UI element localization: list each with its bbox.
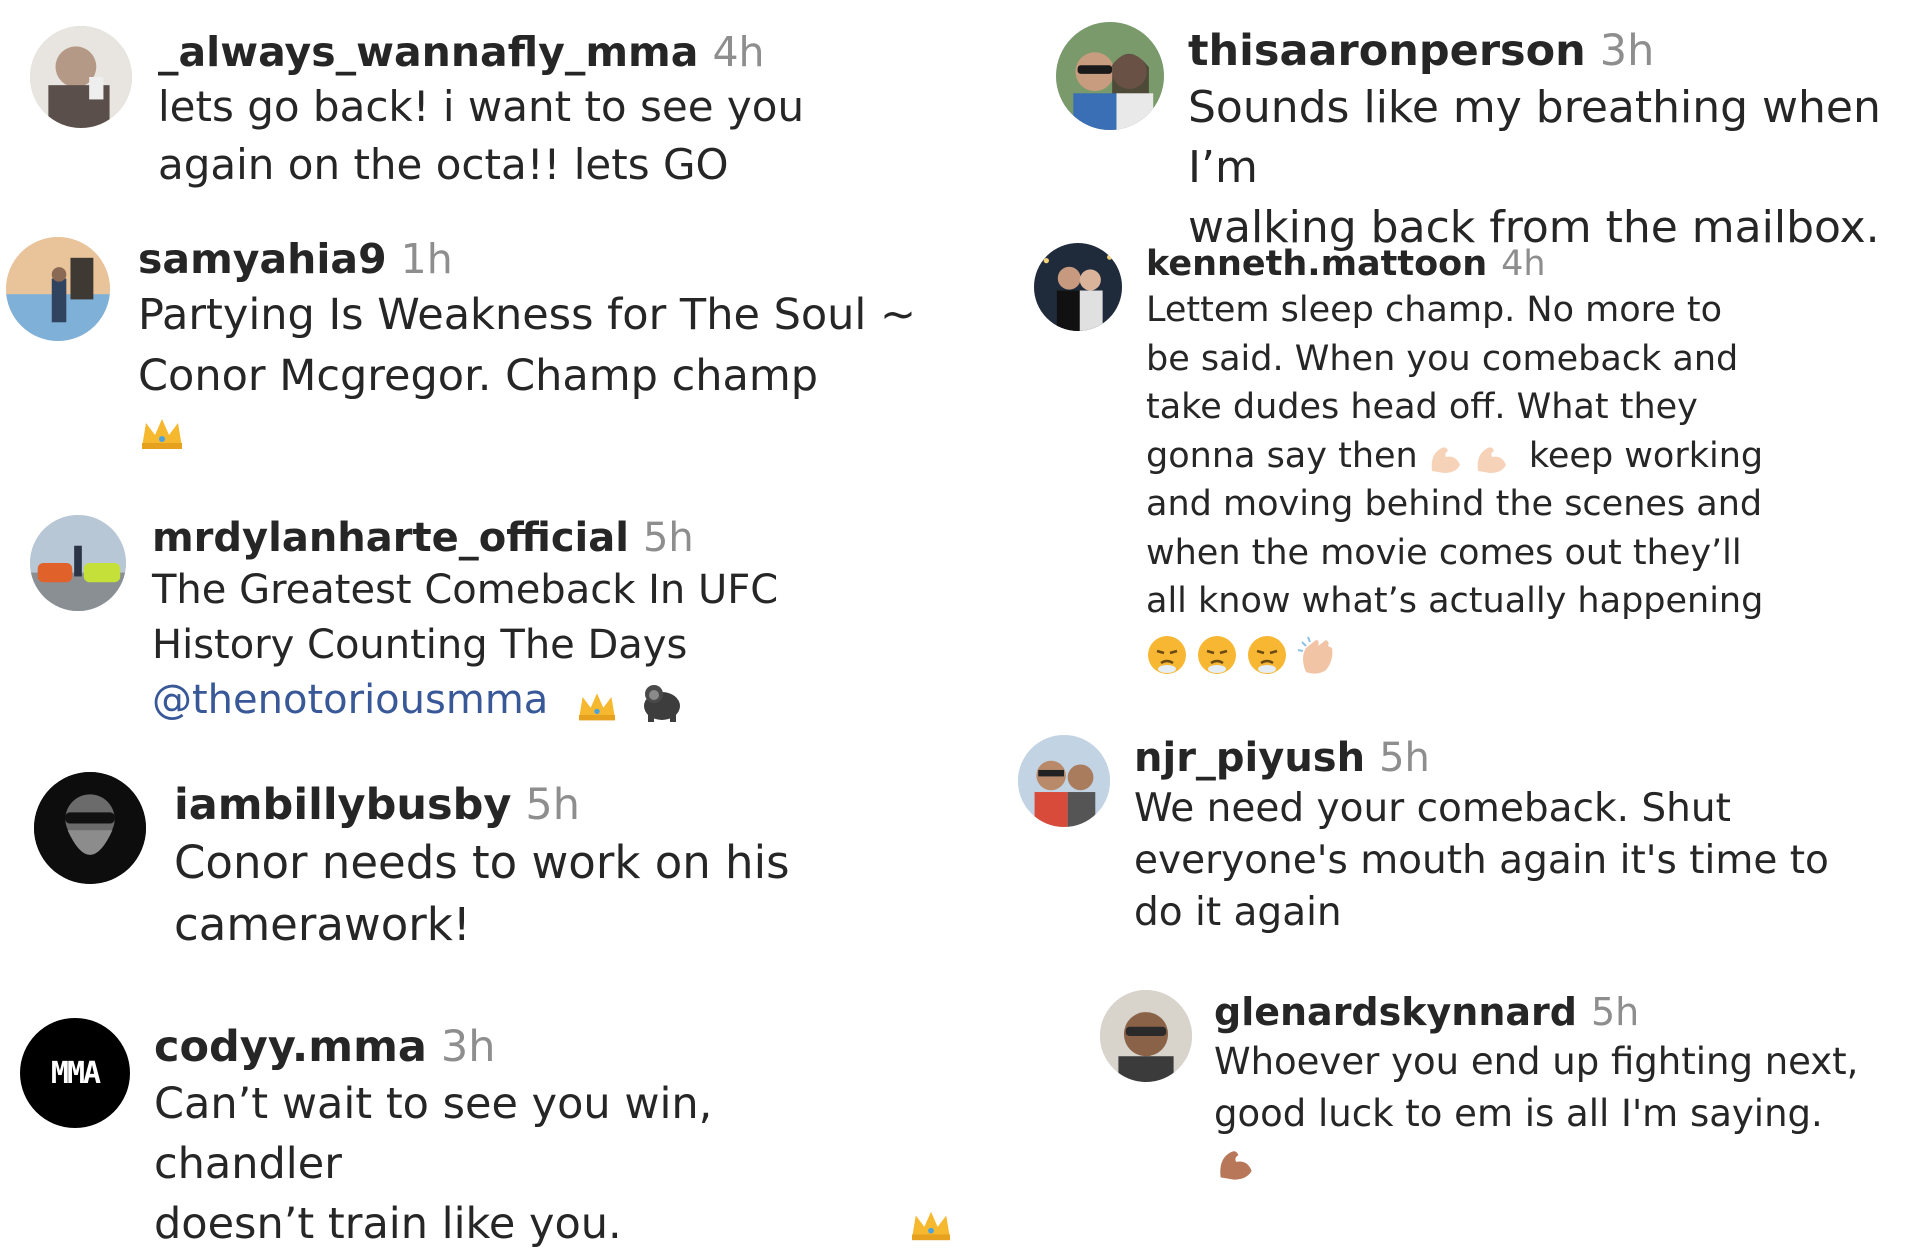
comment-timestamp[interactable]: 4h <box>1501 244 1545 284</box>
comment-item: thisaaronperson 3h Sounds like my breath… <box>1040 0 1920 253</box>
comment-username[interactable]: glenardskynnard <box>1214 990 1577 1034</box>
comment-text: We need your comeback. Shut everyone's m… <box>1134 786 1829 935</box>
avatar-image <box>30 515 126 611</box>
comment-username[interactable]: mrdylanharte_official <box>152 515 629 561</box>
avatar[interactable] <box>30 26 132 128</box>
avatar[interactable] <box>1056 22 1164 130</box>
flexed-biceps-icon <box>1472 440 1510 474</box>
comment-username[interactable]: njr_piyush <box>1134 735 1365 781</box>
crown-icon <box>908 1206 954 1244</box>
comment-timestamp[interactable]: 1h <box>401 235 453 283</box>
comment-username[interactable]: thisaaronperson <box>1188 26 1586 76</box>
comment-timestamp[interactable]: 5h <box>1591 990 1639 1034</box>
avatar[interactable] <box>1034 243 1122 331</box>
comment-item: kenneth.mattoon 4h Lettem sleep champ. N… <box>1020 238 1920 678</box>
comment-item: samyahia9 1h Partying Is Weakness for Th… <box>0 225 960 490</box>
avatar-image <box>34 772 146 884</box>
comment-item: njr_piyush 5h We need your comeback. Shu… <box>1010 725 1920 970</box>
avatar-image <box>30 26 132 128</box>
avatar[interactable] <box>34 772 146 884</box>
comment-text: Sounds like my breathing when I’m walkin… <box>1188 82 1881 253</box>
comment-item: iambillybusby 5h Conor needs to work on … <box>0 770 960 995</box>
avatar[interactable] <box>1100 990 1192 1082</box>
avatar[interactable] <box>6 237 110 341</box>
comment-timestamp[interactable]: 4h <box>712 28 764 76</box>
comment-username[interactable]: _always_wannafly_mma <box>158 28 698 76</box>
avatar-image <box>1034 243 1122 331</box>
exhale-face-icon <box>1146 634 1188 676</box>
avatar-image <box>6 237 110 341</box>
comment-username[interactable]: iambillybusby <box>174 780 511 830</box>
comment-text: Can’t wait to see you win, chandler does… <box>154 1079 713 1249</box>
exhale-face-icon <box>1196 634 1238 676</box>
gorilla-icon <box>640 682 684 722</box>
avatar-image <box>1018 735 1110 827</box>
comment-text: Whoever you end up fighting next, good l… <box>1214 1040 1859 1135</box>
comment-username[interactable]: codyy.mma <box>154 1022 427 1072</box>
avatar-image <box>1100 990 1192 1082</box>
comment-text: The Greatest Comeback In UFC History Cou… <box>152 567 779 668</box>
exhale-face-icon <box>1246 634 1288 676</box>
comment-timestamp[interactable]: 5h <box>525 780 580 830</box>
avatar-image <box>1056 22 1164 130</box>
avatar[interactable] <box>1018 735 1110 827</box>
comment-timestamp[interactable]: 3h <box>441 1022 496 1072</box>
avatar[interactable]: MMA <box>20 1018 130 1128</box>
comment-username[interactable]: kenneth.mattoon <box>1146 244 1487 284</box>
comment-timestamp[interactable]: 5h <box>1379 735 1430 781</box>
crown-icon <box>138 413 186 453</box>
comment-mention-link[interactable]: @thenotoriousmma <box>152 677 548 723</box>
comment-item: _always_wannafly_mma 4h lets go back! i … <box>0 0 960 215</box>
flexed-biceps-icon <box>1214 1144 1256 1182</box>
flexed-biceps-icon <box>1426 440 1464 474</box>
comment-item: MMA codyy.mma 3h Can’t wait to see you w… <box>0 1010 960 1249</box>
comment-timestamp[interactable]: 3h <box>1600 26 1655 76</box>
clapping-hand-icon <box>1296 634 1338 676</box>
comment-username[interactable]: samyahia9 <box>138 235 387 283</box>
avatar-logo-text: MMA <box>50 1055 101 1091</box>
crown-icon <box>575 684 619 721</box>
comment-item: glenardskynnard 5h Whoever you end up fi… <box>1090 980 1920 1200</box>
avatar[interactable] <box>30 515 126 611</box>
comment-text: lets go back! i want to see you again on… <box>158 82 805 189</box>
comment-text: Partying Is Weakness for The Soul ~ Cono… <box>138 290 917 401</box>
comment-item: mrdylanharte_official 5h The Greatest Co… <box>0 505 960 750</box>
comment-text: Conor needs to work on his camerawork! <box>174 836 790 951</box>
comment-timestamp[interactable]: 5h <box>643 515 694 561</box>
